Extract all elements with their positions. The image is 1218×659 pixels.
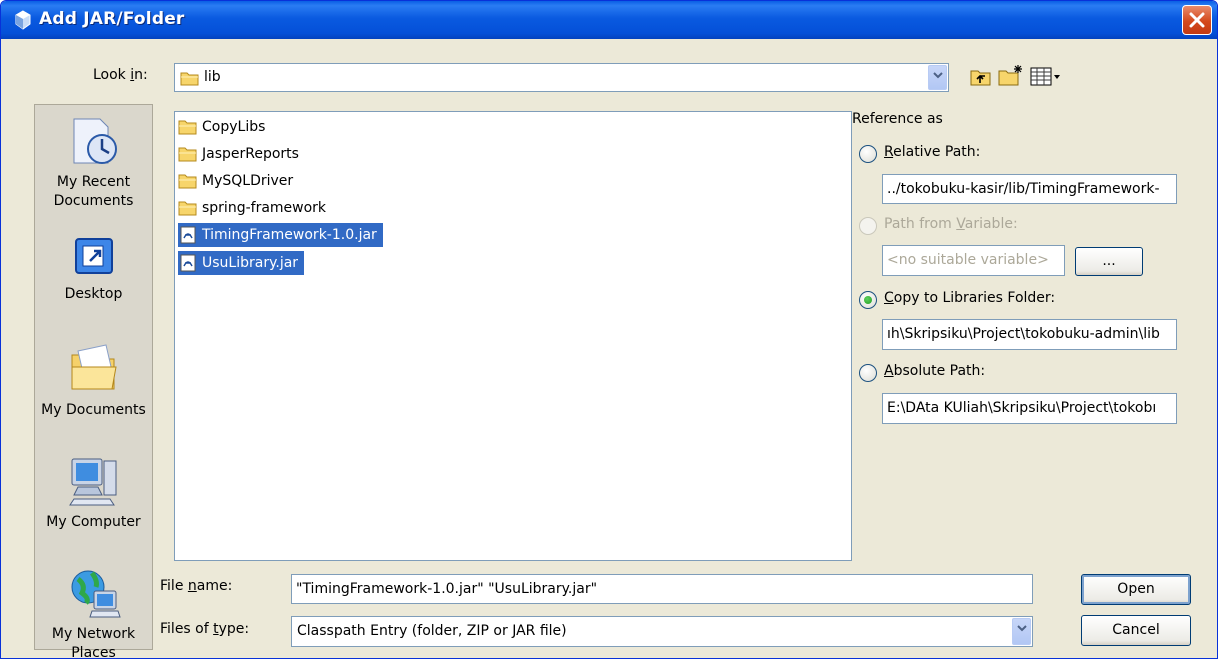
files-of-type-dropdown-button[interactable] — [1012, 618, 1031, 645]
up-one-level-icon[interactable] — [970, 67, 992, 87]
copy-to-libraries-label[interactable]: Copy to Libraries Folder: — [884, 290, 1055, 306]
radio-selected-dot — [864, 296, 872, 304]
folder-icon — [178, 147, 197, 162]
close-icon — [1189, 12, 1205, 28]
folder-icon — [178, 120, 197, 135]
place-my-recent-documents[interactable]: My Recent Documents — [35, 113, 152, 211]
file-name-label: File name: — [160, 578, 233, 594]
place-desktop[interactable]: Desktop — [35, 233, 152, 304]
look-in-value: lib — [204, 69, 221, 85]
my-computer-icon — [68, 458, 116, 506]
places-bar: My Recent Documents Desktop My Documents — [34, 104, 153, 658]
absolute-path-field[interactable]: E:\DAta KUliah\Skripsiku\Project\tokobı — [882, 393, 1177, 424]
look-in-dropdown-button[interactable] — [928, 65, 947, 90]
folder-icon — [178, 201, 197, 216]
list-item-spring-framework[interactable]: spring-framework — [178, 196, 326, 220]
list-item-usulibrary-jar[interactable]: UsuLibrary.jar — [178, 251, 305, 275]
relative-path-field[interactable]: ../tokobuku-kasir/lib/TimingFramework- — [882, 174, 1177, 204]
copy-to-libraries-radio[interactable] — [859, 291, 877, 309]
relative-path-radio[interactable] — [859, 145, 877, 163]
recent-documents-icon — [73, 118, 117, 164]
jar-file-icon — [180, 254, 196, 272]
place-my-documents[interactable]: My Documents — [35, 341, 152, 420]
absolute-path-label[interactable]: Absolute Path: — [884, 363, 985, 379]
desktop-icon — [74, 238, 113, 274]
my-documents-icon — [71, 344, 117, 390]
chevron-down-icon — [933, 72, 943, 79]
variable-field: <no suitable variable> — [882, 245, 1065, 276]
close-button[interactable] — [1182, 5, 1212, 35]
absolute-path-radio[interactable] — [859, 364, 877, 382]
list-item-jasperreports[interactable]: JasperReports — [178, 142, 299, 166]
jar-file-icon — [180, 226, 196, 244]
list-item-copylibs[interactable]: CopyLibs — [178, 115, 265, 139]
add-jar-folder-dialog: Add JAR/Folder Look in: lib My Recent Do… — [0, 0, 1218, 659]
folder-icon — [178, 174, 197, 189]
network-places-icon — [71, 570, 121, 618]
place-my-network-places[interactable]: My Network Places — [35, 565, 152, 658]
title-bar[interactable]: Add JAR/Folder — [1, 1, 1217, 39]
folder-icon — [180, 72, 199, 86]
place-my-computer[interactable]: My Computer — [35, 453, 152, 532]
file-name-input[interactable]: "TimingFramework-1.0.jar" "UsuLibrary.ja… — [291, 574, 1033, 604]
cancel-button[interactable]: Cancel — [1081, 615, 1191, 646]
chevron-down-icon — [1017, 625, 1027, 632]
browse-variable-button[interactable]: ... — [1075, 247, 1143, 276]
look-in-combo[interactable]: lib — [174, 63, 949, 92]
libraries-folder-field[interactable]: ıh\Skripsiku\Project\tokobuku-admin\lib — [882, 319, 1177, 350]
create-new-folder-icon[interactable] — [998, 64, 1024, 87]
path-from-variable-label: Path from Variable: — [884, 216, 1018, 232]
java-cup-icon — [15, 10, 31, 30]
list-item-timingframework-jar[interactable]: TimingFramework-1.0.jar — [178, 223, 383, 247]
look-in-label: Look in: — [93, 67, 148, 83]
open-button[interactable]: Open — [1081, 574, 1191, 605]
reference-as-heading: Reference as — [852, 111, 943, 127]
files-of-type-value: Classpath Entry (folder, ZIP or JAR file… — [297, 623, 567, 639]
relative-path-label[interactable]: Relative Path: — [884, 144, 980, 160]
path-from-variable-radio — [859, 217, 877, 235]
file-list[interactable]: CopyLibs JasperReports MySQLDriver sprin… — [174, 111, 852, 561]
window-title: Add JAR/Folder — [39, 9, 185, 29]
files-of-type-label: Files of type: — [160, 621, 250, 637]
files-of-type-combo[interactable]: Classpath Entry (folder, ZIP or JAR file… — [291, 616, 1033, 647]
list-item-mysqldriver[interactable]: MySQLDriver — [178, 169, 293, 193]
view-menu-icon[interactable] — [1030, 67, 1062, 87]
